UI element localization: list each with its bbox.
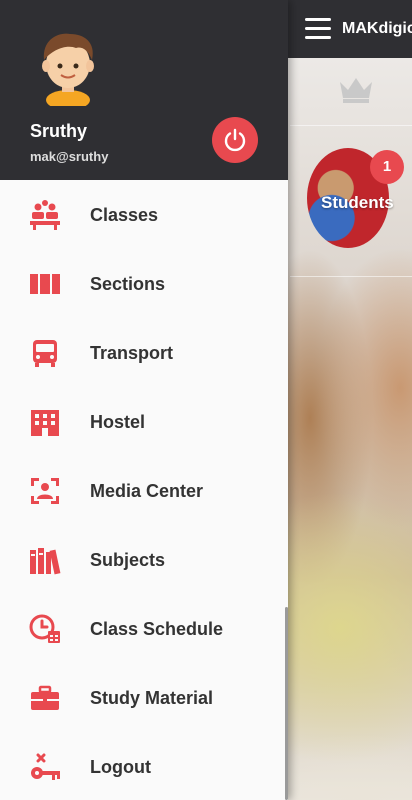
menu-item-hostel[interactable]: Hostel bbox=[0, 388, 288, 457]
key-logout-icon bbox=[31, 753, 60, 780]
avatar bbox=[42, 33, 94, 106]
students-label: Students bbox=[321, 193, 394, 212]
navigation-drawer: Sruthy mak@sruthy Classes Sections Trans… bbox=[0, 0, 288, 800]
menu-item-subjects[interactable]: Subjects bbox=[0, 526, 288, 595]
menu-label-transport: Transport bbox=[90, 343, 174, 363]
drawer-scrollbar[interactable] bbox=[285, 607, 288, 800]
notification-badge: 1 bbox=[370, 150, 404, 184]
briefcase-icon bbox=[31, 685, 59, 710]
user-name: Sruthy bbox=[30, 121, 88, 141]
menu-item-study-material[interactable]: Study Material bbox=[0, 664, 288, 733]
menu-label-study-material: Study Material bbox=[90, 688, 214, 708]
students-tile[interactable]: Students 1 bbox=[290, 127, 412, 277]
media-center-icon bbox=[31, 478, 59, 504]
menu-label-hostel: Hostel bbox=[90, 412, 146, 432]
classroom-icon bbox=[30, 200, 60, 230]
premium-row[interactable] bbox=[290, 60, 412, 126]
user-email: mak@sruthy bbox=[30, 149, 109, 164]
hamburger-menu-icon[interactable] bbox=[305, 18, 331, 40]
menu-label-sections: Sections bbox=[90, 274, 166, 294]
crown-icon bbox=[340, 78, 372, 103]
power-icon bbox=[224, 128, 246, 152]
menu-item-sections[interactable]: Sections bbox=[0, 250, 288, 319]
menu-label-class-schedule: Class Schedule bbox=[90, 619, 224, 639]
menu-label-media-center: Media Center bbox=[90, 481, 204, 501]
building-icon bbox=[31, 410, 59, 436]
bus-icon bbox=[33, 340, 57, 367]
books-icon bbox=[30, 548, 61, 575]
menu-item-media-center[interactable]: Media Center bbox=[0, 457, 288, 526]
menu-label-logout: Logout bbox=[90, 757, 151, 777]
menu-label-subjects: Subjects bbox=[90, 550, 166, 570]
power-button[interactable] bbox=[212, 117, 258, 163]
clock-calendar-icon bbox=[29, 614, 60, 643]
sections-icon bbox=[30, 274, 60, 294]
menu-item-transport[interactable]: Transport bbox=[0, 319, 288, 388]
menu-item-class-schedule[interactable]: Class Schedule bbox=[0, 595, 288, 664]
drawer-menu: Classes Sections Transport Hostel Media … bbox=[0, 181, 288, 800]
menu-item-logout[interactable]: Logout bbox=[0, 733, 288, 800]
menu-label-classes: Classes bbox=[90, 205, 159, 225]
menu-item-classes[interactable]: Classes bbox=[0, 181, 288, 250]
drawer-header: Sruthy mak@sruthy bbox=[0, 0, 288, 180]
app-title: MAKdigica bbox=[342, 20, 412, 37]
